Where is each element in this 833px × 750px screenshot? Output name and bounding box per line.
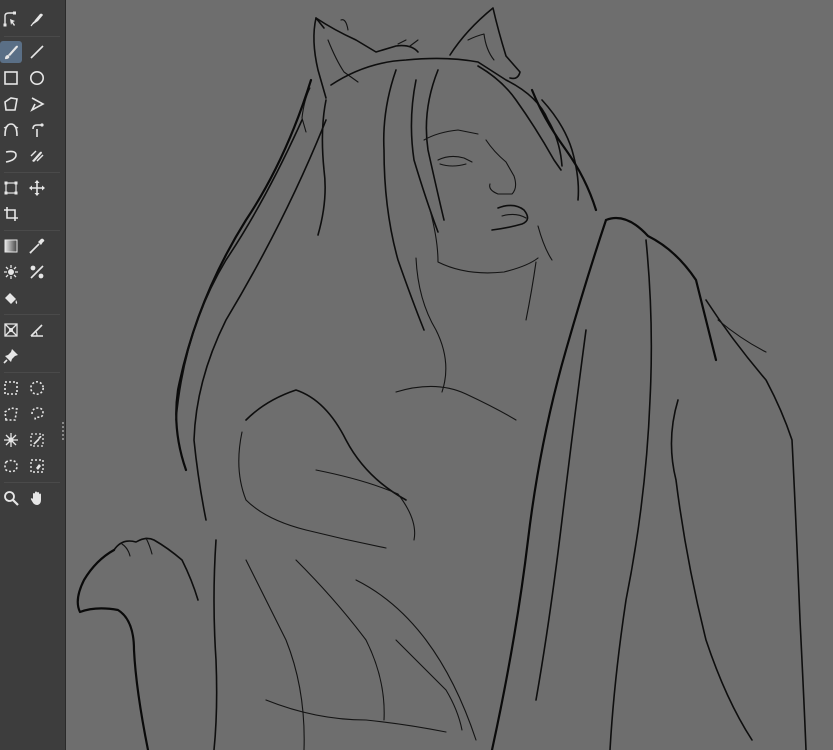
- similar-select-icon[interactable]: [26, 429, 48, 451]
- measure-icon[interactable]: [26, 319, 48, 341]
- tail-outline: [76, 548, 150, 750]
- eye-lower: [439, 163, 467, 167]
- shirt-fold-b: [315, 469, 416, 541]
- toolbox-separator: [4, 172, 60, 173]
- right-ear-inner: [467, 33, 495, 61]
- collarbone: [395, 385, 517, 421]
- gradient-icon[interactable]: [0, 235, 22, 257]
- magnetic-select-icon[interactable]: [26, 455, 48, 477]
- robe-right-edge: [705, 299, 807, 750]
- enclose-fill-icon[interactable]: [26, 261, 48, 283]
- zoom-icon[interactable]: [0, 487, 22, 509]
- body-fold-b: [295, 559, 385, 721]
- right-ear-outline: [449, 7, 521, 80]
- eye-upper: [437, 155, 473, 163]
- head-top: [330, 57, 563, 167]
- crop-icon[interactable]: [0, 203, 22, 225]
- body-fold-a: [245, 559, 305, 750]
- toolbox-separator: [4, 230, 60, 231]
- body-fold-e: [265, 699, 447, 733]
- calligraphy-pen-icon[interactable]: [26, 8, 48, 30]
- freehand-select-icon[interactable]: [26, 403, 48, 425]
- left-ear-inner: [327, 39, 359, 83]
- brow: [423, 129, 479, 141]
- lasso-stroke-icon[interactable]: [0, 145, 22, 167]
- hair-right-a: [477, 65, 562, 171]
- pan-icon[interactable]: [26, 487, 48, 509]
- rect-select-icon[interactable]: [0, 377, 22, 399]
- fill-bucket-icon[interactable]: [0, 287, 22, 309]
- nose: [485, 139, 517, 195]
- shirt-fold-a: [238, 431, 387, 549]
- long-hair-left-inner: [193, 119, 327, 521]
- neck-right: [525, 261, 537, 321]
- shirt-collar-left: [245, 389, 407, 501]
- toolbox-separator: [4, 314, 60, 315]
- bezier-edit-icon[interactable]: [0, 8, 22, 30]
- bezier-curve-icon[interactable]: [0, 119, 22, 141]
- toolbox-separator: [4, 36, 60, 37]
- jawline: [429, 209, 539, 274]
- hair-strand-b: [410, 79, 439, 233]
- long-hair-left-mid: [175, 119, 303, 421]
- robe-fold-a: [609, 239, 653, 750]
- toolbox-panel: [0, 0, 66, 750]
- robe-fold-b: [717, 319, 767, 353]
- chin-side: [537, 225, 553, 261]
- toolbox-dock-handle[interactable]: [62, 420, 65, 440]
- lineart-illustration: [76, 7, 807, 750]
- hair-strand-a: [382, 69, 425, 331]
- rectangle-icon[interactable]: [0, 67, 22, 89]
- bezier-select-icon[interactable]: [0, 455, 22, 477]
- hair-strand-c: [425, 69, 445, 221]
- smart-patch-icon[interactable]: [0, 261, 22, 283]
- robe-shoulder: [604, 216, 718, 362]
- toolbox-separator: [4, 372, 60, 373]
- color-picker-icon[interactable]: [26, 235, 48, 257]
- polyline-icon[interactable]: [26, 93, 48, 115]
- poly-select-icon[interactable]: [0, 403, 22, 425]
- transform-icon[interactable]: [0, 177, 22, 199]
- robe-fold-d: [535, 329, 587, 701]
- freehand-brush-icon[interactable]: [0, 41, 22, 63]
- reference-pin-icon[interactable]: [0, 345, 22, 367]
- neck-left: [415, 257, 447, 393]
- dynamic-brush-icon[interactable]: [26, 119, 48, 141]
- lip-line: [501, 213, 527, 219]
- lips: [491, 204, 529, 231]
- left-ear-tip: [340, 19, 349, 31]
- robe-left-edge: [490, 218, 608, 750]
- polygon-icon[interactable]: [0, 93, 22, 115]
- robe-fold-c: [670, 399, 753, 741]
- hair-left-strand: [317, 99, 327, 236]
- body-left: [213, 539, 218, 750]
- line-icon[interactable]: [26, 41, 48, 63]
- drawing-canvas[interactable]: [66, 0, 833, 750]
- ellipse-select-icon[interactable]: [26, 377, 48, 399]
- contiguous-select-icon[interactable]: [0, 429, 22, 451]
- ellipse-icon[interactable]: [26, 67, 48, 89]
- left-ear-outline: [313, 17, 327, 99]
- assistant-icon[interactable]: [0, 319, 22, 341]
- body-fold-d: [395, 639, 463, 731]
- move-icon[interactable]: [26, 177, 48, 199]
- toolbox-separator: [4, 482, 60, 483]
- multibrush-icon[interactable]: [26, 145, 48, 167]
